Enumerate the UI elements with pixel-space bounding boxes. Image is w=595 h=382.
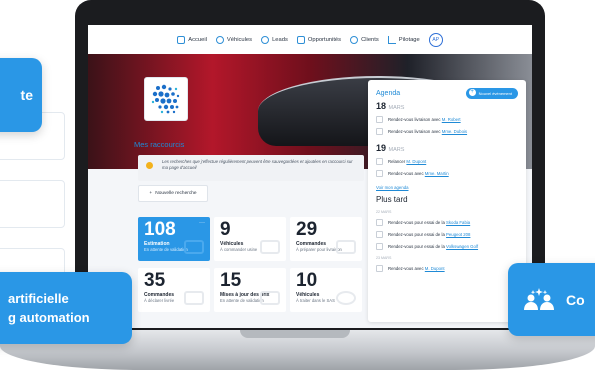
agenda-item[interactable]: Rendez-vous pour essai de la Skoda Fabia <box>376 219 518 226</box>
nav-item-pilotage[interactable]: Pilotage <box>387 35 420 44</box>
callout-right: Co <box>508 263 595 336</box>
checkbox[interactable] <box>376 231 383 238</box>
agenda-item[interactable]: Rendez-vous avec Mme. Martin <box>376 170 518 177</box>
checkbox[interactable] <box>376 170 383 177</box>
car-icon <box>215 35 224 44</box>
nav-item-opportunites[interactable]: Opportunités <box>296 35 341 44</box>
delivery-icon <box>184 291 204 305</box>
shortcuts-info-note: Les recherches que j'effectue régulièrem… <box>138 155 364 181</box>
gauge-icon <box>336 291 356 305</box>
callout-top-left: te <box>0 58 42 132</box>
agenda-item[interactable]: Rendez-vous avec M. Dupont <box>376 265 518 272</box>
contact-link[interactable]: M. Dupont <box>406 159 426 164</box>
checkbox[interactable] <box>376 219 383 226</box>
user-avatar[interactable]: AP <box>428 32 443 47</box>
agenda-panel: Agenda Nouvel événement 18 MARS Rendez-v… <box>368 80 526 322</box>
top-nav: Accueil Véhicules Leads Opportunités Cli… <box>88 25 532 54</box>
see-agenda-link[interactable]: Voir mon agenda <box>376 185 518 190</box>
lightbulb-icon <box>146 162 153 169</box>
plus-icon: + <box>149 191 153 196</box>
logo-dots-graphic <box>151 84 180 114</box>
shortcuts-title: Mes raccourcis <box>134 140 185 149</box>
contact-link[interactable]: M. Robert <box>442 117 461 122</box>
callout-bottom-left: artificielle g automation <box>0 272 132 344</box>
shortcuts-note-text: Les recherches que j'effectue régulièrem… <box>162 159 353 170</box>
nav-item-vehicules[interactable]: Véhicules <box>215 35 252 44</box>
more-icon[interactable]: ··· <box>199 220 205 226</box>
agenda-item[interactable]: Rendez-vous pour essai de la Peugeot 208 <box>376 231 518 238</box>
contact-link[interactable]: M. Dupont <box>425 266 445 271</box>
vehicle-link[interactable]: Peugeot 208 <box>446 232 470 237</box>
agenda-item[interactable]: Rendez-vous livraison avec Mme. Dubois <box>376 128 518 135</box>
tile-watermark-icon <box>184 240 204 254</box>
tile-vehicules-sas[interactable]: 10 Véhicules À traiter dans le SAS <box>290 268 362 312</box>
agenda-date: 19 MARS <box>376 143 405 153</box>
agenda-item[interactable]: Rendez-vous livraison avec M. Robert <box>376 116 518 123</box>
later-heading: Plus tard <box>376 195 408 204</box>
checkbox[interactable] <box>376 158 383 165</box>
nav-item-accueil[interactable]: Accueil <box>177 35 207 44</box>
agenda-item[interactable]: Rendez-vous pour essai de la Volkswagen … <box>376 243 518 250</box>
tile-vehicules-commander[interactable]: 9 Véhicules À commander usine <box>214 217 286 261</box>
tile-mises-a-jour-prix[interactable]: 15 Mises à jour des prix En attente de v… <box>214 268 286 312</box>
truck-icon <box>336 240 356 254</box>
opportunities-icon <box>296 35 305 44</box>
checkbox[interactable] <box>376 243 383 250</box>
background-card <box>0 180 65 228</box>
agenda-item[interactable]: Relancer M. Dupont <box>376 158 518 165</box>
chart-icon <box>387 35 396 44</box>
laptop-notch <box>240 330 350 338</box>
contact-link[interactable]: Mme. Dubois <box>442 129 467 134</box>
leads-icon <box>261 35 270 44</box>
team-sparkle-icon <box>524 287 554 310</box>
new-search-button[interactable]: + Nouvelle recherche <box>138 185 208 202</box>
agenda-subdate: 23 MARS <box>376 256 392 260</box>
contact-link[interactable]: Mme. Martin <box>425 171 449 176</box>
tile-commandes-declarer[interactable]: 35 Commandes À déclarer livrée <box>138 268 210 312</box>
checkbox[interactable] <box>376 265 383 272</box>
company-logo <box>144 77 188 121</box>
tile-commandes-preparer[interactable]: 29 Commandes À préparer pour livraison <box>290 217 362 261</box>
new-event-button[interactable]: Nouvel événement <box>465 88 518 99</box>
app-screen: Accueil Véhicules Leads Opportunités Cli… <box>88 25 532 328</box>
clients-icon <box>350 35 359 44</box>
vehicle-link[interactable]: Skoda Fabia <box>446 220 470 225</box>
tile-estimation[interactable]: ··· 108 Estimation En attente de validat… <box>138 217 210 261</box>
checkbox[interactable] <box>376 116 383 123</box>
nav-item-leads[interactable]: Leads <box>261 35 288 44</box>
checkbox[interactable] <box>376 128 383 135</box>
agenda-date: 18 MARS <box>376 101 405 111</box>
nav-item-clients[interactable]: Clients <box>350 35 379 44</box>
price-icon <box>260 291 280 305</box>
home-icon <box>177 35 186 44</box>
factory-icon <box>260 240 280 254</box>
agenda-subdate: 22 MARS <box>376 210 392 214</box>
vehicle-link[interactable]: Volkswagen Golf <box>446 244 478 249</box>
